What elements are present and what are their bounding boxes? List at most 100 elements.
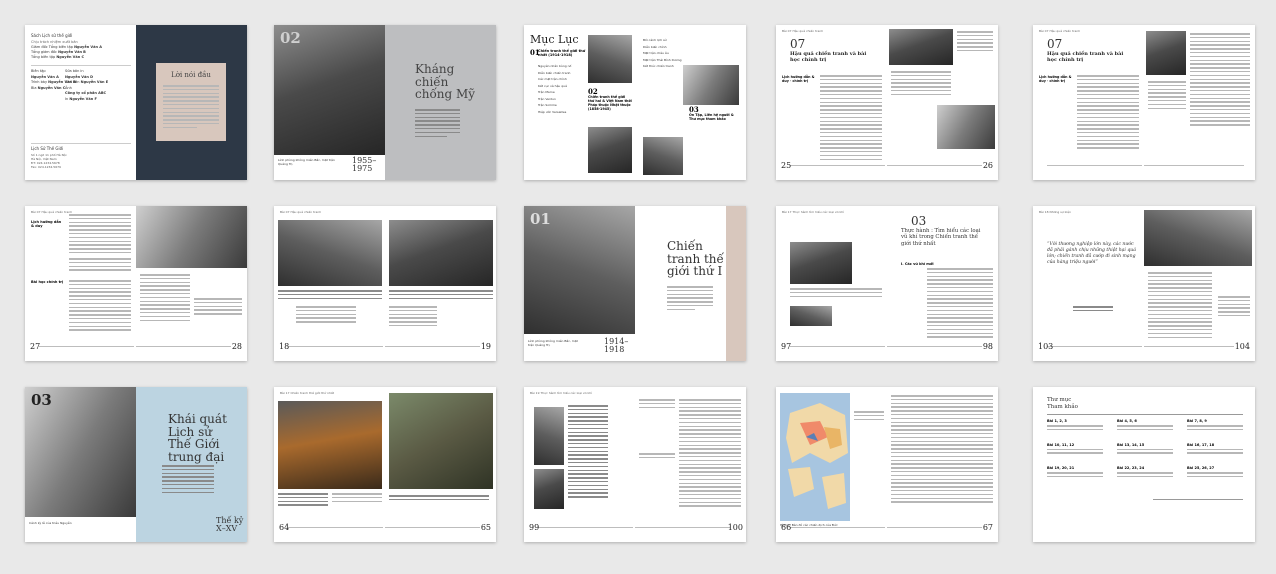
divider [31, 143, 131, 144]
page-number: 18 [279, 342, 290, 351]
lesson-page: Bài 07 Hậu quả chiến tranh Lịch hướng dẫ… [25, 206, 136, 361]
lesson-subtitle: Lịch hướng dẫn & duy · chính trị [1039, 75, 1072, 83]
ref-block: Bài 13, 14, 15 [1117, 443, 1173, 457]
toc-entries: Nguyên nhân bùng nổ Diễn biến chiến tran… [538, 63, 582, 115]
page-number: 25 [781, 161, 792, 170]
map-page: Hình 1: Bản đồ các chiến dịch của Đức 66 [776, 387, 887, 542]
footer-lines: Số 1 ngõ 11 phố Hà Nội Hà Nội, Việt Nam … [31, 153, 66, 169]
chapter-photo-page: 03 Cảnh kỳ lễ của triều Nguyễn [25, 387, 136, 542]
lesson-page: 03 Thực hành : Tìm hiểu các loại vũ khí … [887, 206, 998, 361]
page-number: 100 [727, 523, 743, 532]
timeline-rule [288, 527, 383, 528]
spread-practice-03[interactable]: Bài 17 Thực hành tìm hiểu các loại vũ kh… [776, 206, 998, 361]
lesson-number: 07 [790, 37, 806, 51]
page-number: 65 [480, 523, 491, 532]
chapter-title-page: Khái quát Lịch sử Thế Giới trung đại Thế… [136, 387, 247, 542]
foreword-page: Lời nói đầu [136, 25, 247, 180]
lesson-page: Bài 17 Chiến tranh thế giới thứ nhất 64 [274, 387, 385, 542]
chapter-era: Thế kỷ X–XV [216, 516, 244, 534]
foreword-title: Lời nói đầu [171, 71, 211, 79]
body-text [820, 75, 882, 162]
body-text [69, 258, 131, 273]
weapon-photo [534, 469, 564, 509]
chapter-title-page: Kháng chiến chống Mỹ [385, 25, 496, 180]
page-number: 66 [781, 523, 792, 532]
chapter-years: 1914–1918 [604, 337, 629, 354]
timeline-rule [1047, 165, 1142, 166]
toc-entry[interactable]: Hiệp ước Versailles [538, 109, 582, 116]
spread-table-of-contents[interactable]: Mục Lục 01 Chiến tranh thế giới thứ nhất… [524, 25, 746, 180]
body-text [568, 405, 608, 500]
lesson-photo [136, 206, 247, 268]
weapon-photo [534, 407, 564, 465]
toc-section-title: Chiến tranh thế giới thứ hai & Việt Nam … [588, 95, 632, 111]
body-text [790, 288, 882, 299]
weapon-photo [790, 306, 832, 326]
spread-war-photos[interactable]: Bài 17 Chiến tranh thế giới thứ nhất 64 … [274, 387, 496, 542]
lesson-title: Hậu quả chiến tranh và bài học chính trị [1047, 51, 1124, 63]
credit-row: Sửa bản in Nguyễn Văn D [65, 69, 93, 79]
spread-lesson-photos[interactable]: Bài 07 Hậu quả chiến tranh 18 19 [274, 206, 496, 361]
page-number: 28 [231, 342, 242, 351]
body-text [296, 306, 356, 325]
page-number: 104 [1234, 342, 1250, 351]
lesson-page: 19 [385, 206, 496, 361]
lesson-photo [889, 29, 953, 65]
page-number: 67 [982, 523, 993, 532]
page-number: 26 [982, 161, 993, 170]
body-text [389, 306, 437, 329]
spread-weapons-text[interactable]: Bài 19 Thực hành tìm hiểu các loại vũ kh… [524, 387, 746, 542]
timeline-rule [538, 527, 633, 528]
toc-right-page: Bối cảnh lịch sử Diễn biến chính Mặt trậ… [635, 25, 746, 180]
body-text [891, 395, 993, 505]
ref-block: Bài 22, 23, 24 [1117, 466, 1173, 480]
bibliography-title: Thư mục Tham khảo [1047, 397, 1078, 410]
toc-title: Mục Lục [530, 33, 579, 46]
lesson-page [1144, 25, 1255, 180]
credits-top: Giám đốc Tổng biên tập Nguyễn Văn A Tổng… [31, 45, 102, 60]
spread-bibliography[interactable]: Thư mục Tham khảo Bài 1, 2, 3 Bài 4, 5, … [1033, 387, 1255, 542]
timeline-rule [790, 346, 885, 347]
chapter-title: Khái quát Lịch sử Thế Giới trung đại [168, 412, 227, 464]
body-text [140, 274, 190, 323]
body-text [1148, 81, 1186, 111]
spread-quote[interactable]: Bài 18 Những sự kiện “Với thương nghiệp … [1033, 206, 1255, 361]
lesson-page: Bài 07 Hậu quả chiến tranh 07 Hậu quả ch… [1033, 25, 1144, 180]
spread-chapter-01[interactable]: 01 Lính phòng không miền Bắc, mặt trận Q… [524, 206, 746, 361]
toc-photo [588, 35, 632, 83]
chapter-years: 1955–1975 [352, 156, 377, 173]
ref-block: Bài 10, 11, 12 [1047, 443, 1103, 457]
spread-lesson-07-c[interactable]: Bài 07 Hậu quả chiến tranh Lịch hướng dẫ… [25, 206, 247, 361]
spread-credits[interactable]: Sách Lịch sử thế giới Chịu trách nhiệm x… [25, 25, 247, 180]
timeline-rule [385, 527, 480, 528]
spread-chapter-03[interactable]: 03 Cảnh kỳ lễ của triều Nguyễn Khái quát… [25, 387, 247, 542]
lesson-page: 26 [887, 25, 998, 180]
ref-block: Bài 16, 17, 18 [1187, 443, 1243, 457]
timeline-rule [385, 346, 480, 347]
body-text [639, 453, 675, 461]
photo-caption: Cảnh kỳ lễ của triều Nguyễn [29, 521, 72, 525]
page-number: 103 [1038, 342, 1054, 351]
spread-chapter-02[interactable]: 02 Lính phòng không miền Bắc, mặt trận Q… [274, 25, 496, 180]
weapon-photo [790, 242, 852, 284]
timeline-rule [887, 346, 982, 347]
timeline-rule [136, 346, 231, 347]
credit-row: In Nguyễn Văn F [65, 96, 97, 101]
lesson-page: 28 [136, 206, 247, 361]
body-text [1190, 33, 1250, 128]
toc-left-page: Mục Lục 01 Chiến tranh thế giới thứ nhất… [524, 25, 635, 180]
lesson-number: 07 [1047, 37, 1063, 51]
timeline-rule [39, 346, 134, 347]
foreword-text [163, 85, 219, 131]
lesson-page: Bài 07 Hậu quả chiến tranh 18 [274, 206, 385, 361]
spread-lesson-07-b[interactable]: Bài 07 Hậu quả chiến tranh 07 Hậu quả ch… [1033, 25, 1255, 180]
body-text [639, 399, 675, 410]
spread-map[interactable]: Hình 1: Bản đồ các chiến dịch của Đức 66… [776, 387, 998, 542]
body-text [69, 280, 131, 333]
credit-row: Ảnh Công ty cổ phần ABC [65, 85, 107, 96]
page-number: 98 [982, 342, 993, 351]
lesson-photo [278, 220, 382, 286]
soldiers-photo [389, 393, 493, 489]
spread-lesson-07-a[interactable]: Bài 07 Hậu quả chiến tranh 07 Hậu quả ch… [776, 25, 998, 180]
chapter-intro-text [162, 465, 214, 495]
